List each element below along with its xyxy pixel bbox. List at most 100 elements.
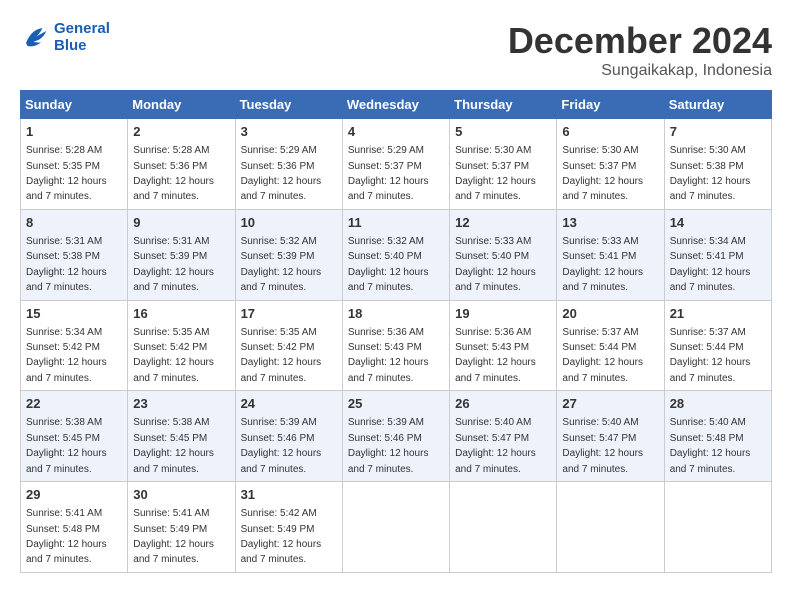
daylight-text: Daylight: 12 hours and 7 minutes. [562, 267, 643, 293]
day-number: 14 [670, 214, 766, 232]
day-number: 23 [133, 395, 229, 413]
calendar-cell: 14Sunrise: 5:34 AMSunset: 5:41 PMDayligh… [664, 209, 771, 300]
sunset-text: Sunset: 5:43 PM [348, 342, 422, 353]
sunrise-text: Sunrise: 5:30 AM [670, 145, 746, 156]
sunset-text: Sunset: 5:48 PM [26, 524, 100, 535]
sunset-text: Sunset: 5:45 PM [133, 433, 207, 444]
weekday-header-saturday: Saturday [664, 91, 771, 119]
daylight-text: Daylight: 12 hours and 7 minutes. [455, 176, 536, 202]
sunrise-text: Sunrise: 5:34 AM [670, 236, 746, 247]
sunrise-text: Sunrise: 5:31 AM [26, 236, 102, 247]
daylight-text: Daylight: 12 hours and 7 minutes. [241, 267, 322, 293]
day-number: 15 [26, 305, 122, 323]
daylight-text: Daylight: 12 hours and 7 minutes. [241, 539, 322, 565]
weekday-header-monday: Monday [128, 91, 235, 119]
sunset-text: Sunset: 5:39 PM [241, 251, 315, 262]
sunrise-text: Sunrise: 5:39 AM [241, 417, 317, 428]
daylight-text: Daylight: 12 hours and 7 minutes. [562, 448, 643, 474]
sunset-text: Sunset: 5:46 PM [348, 433, 422, 444]
sunrise-text: Sunrise: 5:35 AM [241, 327, 317, 338]
calendar-cell: 20Sunrise: 5:37 AMSunset: 5:44 PMDayligh… [557, 300, 664, 391]
calendar-cell: 27Sunrise: 5:40 AMSunset: 5:47 PMDayligh… [557, 391, 664, 482]
sunset-text: Sunset: 5:42 PM [26, 342, 100, 353]
daylight-text: Daylight: 12 hours and 7 minutes. [133, 176, 214, 202]
day-number: 12 [455, 214, 551, 232]
weekday-header-thursday: Thursday [450, 91, 557, 119]
sunset-text: Sunset: 5:45 PM [26, 433, 100, 444]
logo: General Blue [20, 20, 110, 54]
logo-icon [20, 22, 50, 52]
day-number: 6 [562, 123, 658, 141]
sunset-text: Sunset: 5:47 PM [455, 433, 529, 444]
sunrise-text: Sunrise: 5:35 AM [133, 327, 209, 338]
sunset-text: Sunset: 5:36 PM [133, 161, 207, 172]
daylight-text: Daylight: 12 hours and 7 minutes. [348, 448, 429, 474]
day-number: 31 [241, 486, 337, 504]
title-block: December 2024 Sungaikakap, Indonesia [508, 20, 772, 80]
sunrise-text: Sunrise: 5:41 AM [133, 508, 209, 519]
sunset-text: Sunset: 5:44 PM [670, 342, 744, 353]
subtitle: Sungaikakap, Indonesia [508, 62, 772, 80]
sunrise-text: Sunrise: 5:29 AM [241, 145, 317, 156]
sunset-text: Sunset: 5:43 PM [455, 342, 529, 353]
calendar-week-row: 15 Sunrise: 5:34 AM Sunset: 5:42 PM Dayligh… [21, 300, 772, 391]
daylight-text: Daylight: 12 hours and 7 minutes. [455, 267, 536, 293]
sunrise-text: Sunrise: 5:28 AM [26, 145, 102, 156]
daylight-text: Daylight: 12 hours and 7 minutes. [241, 176, 322, 202]
sunset-text: Sunset: 5:38 PM [26, 251, 100, 262]
day-number: 25 [348, 395, 444, 413]
calendar-cell: 29Sunrise: 5:41 AMSunset: 5:48 PMDayligh… [21, 482, 128, 573]
daylight-text: Daylight: 12 hours and 7 minutes. [26, 357, 107, 383]
sunrise-text: Sunrise: 5:40 AM [455, 417, 531, 428]
calendar-cell: 30 Sunrise: 5:41 AM Sunset: 5:49 PM Dayligh… [128, 482, 235, 573]
daylight-text: Daylight: 12 hours and 7 minutes. [26, 448, 107, 474]
daylight-text: Daylight: 12 hours and 7 minutes. [670, 176, 751, 202]
calendar-cell: 26Sunrise: 5:40 AMSunset: 5:47 PMDayligh… [450, 391, 557, 482]
weekday-header-friday: Friday [557, 91, 664, 119]
daylight-text: Daylight: 12 hours and 7 minutes. [133, 539, 214, 565]
day-number: 5 [455, 123, 551, 141]
sunset-text: Sunset: 5:47 PM [562, 433, 636, 444]
calendar-cell: 3 Sunrise: 5:29 AM Sunset: 5:36 PM Daylight… [235, 119, 342, 210]
calendar-cell: 25 Sunrise: 5:39 AM Sunset: 5:46 PM Dayligh… [342, 391, 449, 482]
day-number: 3 [241, 123, 337, 141]
day-number: 26 [455, 395, 551, 413]
calendar-cell: 4Sunrise: 5:29 AMSunset: 5:37 PMDaylight… [342, 119, 449, 210]
sunset-text: Sunset: 5:38 PM [670, 161, 744, 172]
calendar-cell: 7Sunrise: 5:30 AMSunset: 5:38 PMDaylight… [664, 119, 771, 210]
sunrise-text: Sunrise: 5:34 AM [26, 327, 102, 338]
sunrise-text: Sunrise: 5:38 AM [133, 417, 209, 428]
sunset-text: Sunset: 5:36 PM [241, 161, 315, 172]
sunset-text: Sunset: 5:49 PM [133, 524, 207, 535]
daylight-text: Daylight: 12 hours and 7 minutes. [455, 357, 536, 383]
sunset-text: Sunset: 5:37 PM [348, 161, 422, 172]
calendar-cell: 5Sunrise: 5:30 AMSunset: 5:37 PMDaylight… [450, 119, 557, 210]
sunset-text: Sunset: 5:49 PM [241, 524, 315, 535]
daylight-text: Daylight: 12 hours and 7 minutes. [26, 539, 107, 565]
sunrise-text: Sunrise: 5:32 AM [348, 236, 424, 247]
day-number: 19 [455, 305, 551, 323]
daylight-text: Daylight: 12 hours and 7 minutes. [670, 448, 751, 474]
calendar-week-row: 29Sunrise: 5:41 AMSunset: 5:48 PMDayligh… [21, 482, 772, 573]
sunrise-text: Sunrise: 5:42 AM [241, 508, 317, 519]
daylight-text: Daylight: 12 hours and 7 minutes. [348, 176, 429, 202]
calendar-cell: 19Sunrise: 5:36 AMSunset: 5:43 PMDayligh… [450, 300, 557, 391]
calendar-cell: 31 Sunrise: 5:42 AM Sunset: 5:49 PM Dayligh… [235, 482, 342, 573]
sunset-text: Sunset: 5:40 PM [455, 251, 529, 262]
day-number: 30 [133, 486, 229, 504]
sunset-text: Sunset: 5:42 PM [133, 342, 207, 353]
calendar-cell: 13Sunrise: 5:33 AMSunset: 5:41 PMDayligh… [557, 209, 664, 300]
sunset-text: Sunset: 5:37 PM [562, 161, 636, 172]
sunrise-text: Sunrise: 5:30 AM [455, 145, 531, 156]
day-number: 27 [562, 395, 658, 413]
sunrise-text: Sunrise: 5:39 AM [348, 417, 424, 428]
daylight-text: Daylight: 12 hours and 7 minutes. [670, 267, 751, 293]
daylight-text: Daylight: 12 hours and 7 minutes. [241, 448, 322, 474]
calendar-cell: 10Sunrise: 5:32 AMSunset: 5:39 PMDayligh… [235, 209, 342, 300]
sunrise-text: Sunrise: 5:33 AM [562, 236, 638, 247]
day-number: 22 [26, 395, 122, 413]
calendar-cell: 24Sunrise: 5:39 AMSunset: 5:46 PMDayligh… [235, 391, 342, 482]
calendar-cell: 16Sunrise: 5:35 AMSunset: 5:42 PMDayligh… [128, 300, 235, 391]
calendar-cell: 18Sunrise: 5:36 AMSunset: 5:43 PMDayligh… [342, 300, 449, 391]
daylight-text: Daylight: 12 hours and 7 minutes. [562, 357, 643, 383]
